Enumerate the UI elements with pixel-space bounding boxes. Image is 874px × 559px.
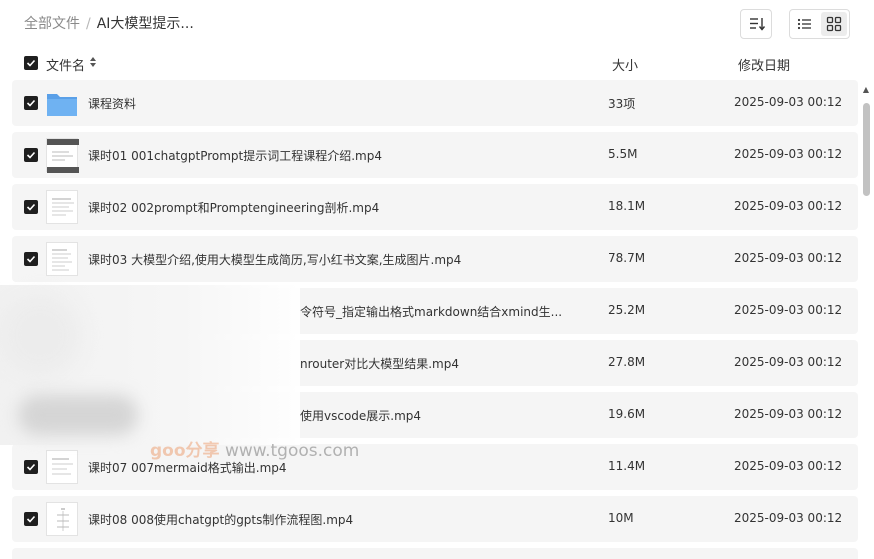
select-all-checkbox[interactable] <box>24 56 38 70</box>
check-icon <box>26 203 36 211</box>
scrollbar-thumb[interactable] <box>863 103 870 196</box>
file-date: 2025-09-03 00:12 <box>734 147 843 161</box>
file-name[interactable]: 课时07 007mermaid格式输出.mp4 <box>88 459 287 476</box>
watermark: goo分享 www.tgoos.com <box>150 436 359 461</box>
file-row[interactable]: 课时02 002prompt和Promptengineering剖析.mp4 1… <box>12 184 858 230</box>
breadcrumb-root[interactable]: 全部文件 <box>24 16 80 32</box>
row-checkbox[interactable] <box>24 460 38 474</box>
file-row[interactable]: 课时03 大模型介绍,使用大模型生成简历,写小红书文案,生成图片.mp4 78.… <box>12 236 858 282</box>
file-name[interactable]: 课时02 002prompt和Promptengineering剖析.mp4 <box>88 199 379 216</box>
file-name[interactable]: 课时08 008使用chatgpt的gpts制作流程图.mp4 <box>88 511 353 528</box>
file-date: 2025-09-03 00:12 <box>734 199 843 213</box>
check-icon <box>26 59 36 67</box>
file-row[interactable]: 课时08 008使用chatgpt的gpts制作流程图.mp4 10M 2025… <box>12 496 858 542</box>
blurred-overlay <box>0 285 300 445</box>
video-thumbnail-icon <box>46 502 78 536</box>
check-icon <box>26 515 36 523</box>
video-thumbnail-icon <box>46 450 78 484</box>
file-name[interactable]: 课时01 001chatgptPrompt提示词工程课程介绍.mp4 <box>88 147 382 164</box>
check-icon <box>26 151 36 159</box>
check-icon <box>26 99 36 107</box>
row-checkbox[interactable] <box>24 96 38 110</box>
file-date: 2025-09-03 00:12 <box>734 303 843 317</box>
sort-caret-icon[interactable] <box>89 55 97 73</box>
vertical-scrollbar[interactable]: ▲ <box>862 86 870 559</box>
file-size: 5.5M <box>608 147 638 161</box>
column-date[interactable]: 修改日期 <box>738 55 790 74</box>
file-size: 11.4M <box>608 459 646 473</box>
file-row[interactable]: 课时01 001chatgptPrompt提示词工程课程介绍.mp4 5.5M … <box>12 132 858 178</box>
file-date: 2025-09-03 00:12 <box>734 355 843 369</box>
sort-icon <box>750 18 766 31</box>
grid-view-button[interactable] <box>820 12 847 36</box>
row-checkbox[interactable] <box>24 512 38 526</box>
file-row-partial[interactable] <box>12 548 858 559</box>
breadcrumb-separator: / <box>86 16 91 32</box>
list-view-button[interactable] <box>792 12 819 36</box>
video-thumbnail-icon <box>46 190 78 224</box>
file-date: 2025-09-03 00:12 <box>734 251 843 265</box>
row-checkbox[interactable] <box>24 252 38 266</box>
file-row[interactable]: 课程资料 33项 2025-09-03 00:12 <box>12 80 858 126</box>
file-date: 2025-09-03 00:12 <box>734 407 843 421</box>
file-size: 19.6M <box>608 407 646 421</box>
sort-button[interactable] <box>740 9 772 39</box>
file-name[interactable]: 令符号_指定输出格式markdown结合xmind生... <box>300 303 562 320</box>
file-date: 2025-09-03 00:12 <box>734 511 843 525</box>
file-name[interactable]: 课程资料 <box>88 95 136 112</box>
file-name[interactable]: nrouter对比大模型结果.mp4 <box>300 355 459 372</box>
breadcrumb-current: AI大模型提示... <box>96 16 194 32</box>
video-thumbnail-icon <box>46 242 78 276</box>
grid-view-icon <box>826 16 841 32</box>
folder-icon <box>46 86 78 120</box>
file-size: 78.7M <box>608 251 646 265</box>
file-name[interactable]: 使用vscode展示.mp4 <box>300 407 421 424</box>
file-size: 27.8M <box>608 355 646 369</box>
check-icon <box>26 255 36 263</box>
top-bar: 全部文件 / AI大模型提示... <box>0 0 874 48</box>
file-row[interactable]: 课时07 007mermaid格式输出.mp4 11.4M 2025-09-03… <box>12 444 858 490</box>
list-view-icon <box>798 18 812 30</box>
check-icon <box>26 463 36 471</box>
file-size: 33项 <box>608 97 636 111</box>
row-checkbox[interactable] <box>24 148 38 162</box>
video-thumbnail-icon <box>46 138 79 173</box>
scroll-up-arrow-icon[interactable]: ▲ <box>862 86 870 94</box>
view-toggle <box>789 9 850 39</box>
file-name[interactable]: 课时03 大模型介绍,使用大模型生成简历,写小红书文案,生成图片.mp4 <box>88 251 461 268</box>
row-checkbox[interactable] <box>24 200 38 214</box>
watermark-brand: goo分享 <box>150 441 220 461</box>
column-header: 文件名 大小 修改日期 <box>0 52 874 76</box>
watermark-url: www.tgoos.com <box>224 441 360 461</box>
column-name[interactable]: 文件名 <box>46 55 85 74</box>
file-size: 25.2M <box>608 303 646 317</box>
file-size: 18.1M <box>608 199 646 213</box>
breadcrumb: 全部文件 / AI大模型提示... <box>24 14 194 34</box>
file-date: 2025-09-03 00:12 <box>734 95 843 109</box>
file-size: 10M <box>608 511 634 525</box>
column-size[interactable]: 大小 <box>612 55 638 74</box>
file-date: 2025-09-03 00:12 <box>734 459 843 473</box>
